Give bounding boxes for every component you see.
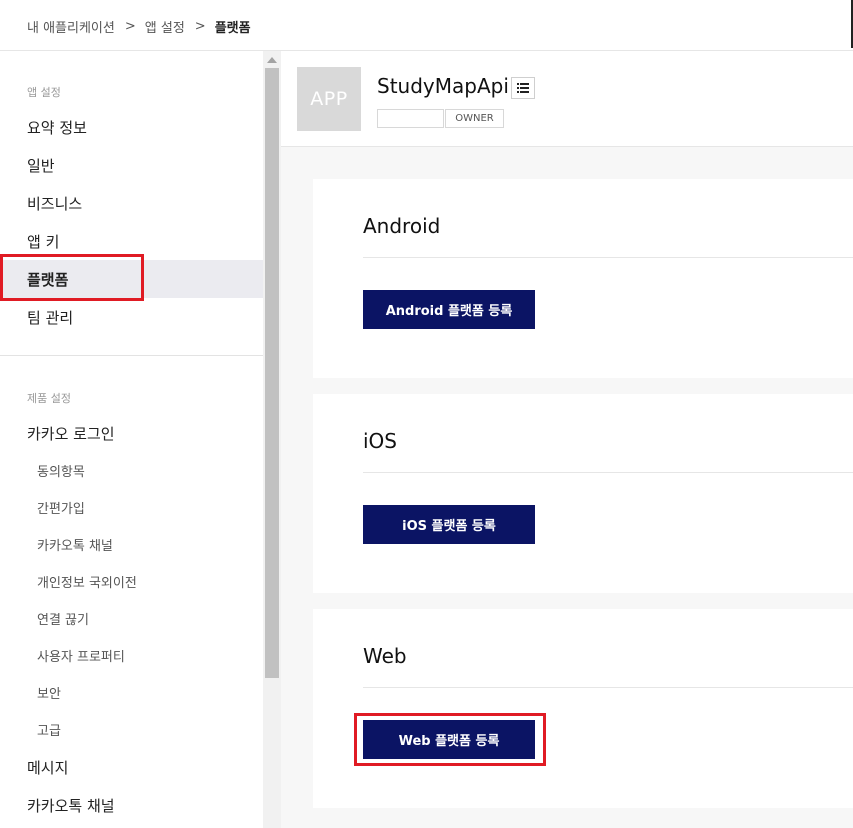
scroll-thumb[interactable]: [265, 68, 279, 678]
breadcrumb: 내 애플리케이션 > 앱 설정 > 플랫폼: [27, 17, 251, 36]
app-tag-empty: [377, 109, 444, 128]
sidebar-item-app-keys[interactable]: 앱 키: [0, 222, 263, 260]
register-android-button[interactable]: Android 플랫폼 등록: [363, 290, 535, 329]
list-icon: [517, 83, 529, 93]
sidebar-subitem-kakaotalk-channel[interactable]: 카카오톡 채널: [0, 529, 263, 559]
app-header: APP StudyMapApi OWNER: [281, 51, 853, 147]
sidebar-subitem-consent[interactable]: 동의항목: [0, 455, 263, 485]
sidebar-subitem-security[interactable]: 보안: [0, 677, 263, 707]
platform-card-android: Android Android 플랫폼 등록: [313, 179, 853, 378]
sidebar-section-app-settings: 앱 설정: [27, 86, 61, 99]
sidebar-item-platform[interactable]: 플랫폼: [0, 260, 263, 298]
sidebar-subitem-simple-signup[interactable]: 간편가입: [0, 492, 263, 522]
role-badge: OWNER: [445, 109, 504, 128]
breadcrumb-item-app-settings[interactable]: 앱 설정: [145, 17, 185, 36]
sidebar-subitem-unlink[interactable]: 연결 끊기: [0, 603, 263, 633]
top-bar: 내 애플리케이션 > 앱 설정 > 플랫폼: [0, 0, 853, 51]
platform-title-ios: iOS: [363, 429, 397, 453]
breadcrumb-item-platform: 플랫폼: [214, 21, 251, 36]
sidebar-item-kakao-channel[interactable]: 카카오톡 채널: [0, 786, 263, 824]
platform-title-android: Android: [363, 214, 441, 238]
sidebar-scrollbar[interactable]: [263, 51, 281, 828]
scroll-up-arrow-icon[interactable]: [267, 57, 277, 63]
card-divider: [363, 257, 853, 258]
card-divider: [363, 687, 853, 688]
sidebar-subitem-overseas-transfer[interactable]: 개인정보 국외이전: [0, 566, 263, 596]
sidebar-subitem-advanced[interactable]: 고급: [0, 714, 263, 744]
app-logo: APP: [297, 67, 361, 131]
main-content: APP StudyMapApi OWNER Android Android 플랫…: [281, 51, 853, 828]
sidebar-item-message[interactable]: 메시지: [0, 748, 263, 786]
breadcrumb-separator: >: [194, 19, 206, 34]
sidebar-item-business[interactable]: 비즈니스: [0, 184, 263, 222]
sidebar-subitem-user-properties[interactable]: 사용자 프로퍼티: [0, 640, 263, 670]
platform-card-ios: iOS iOS 플랫폼 등록: [313, 394, 853, 593]
sidebar-item-team[interactable]: 팀 관리: [0, 298, 263, 336]
sidebar-section-product-settings: 제품 설정: [27, 392, 71, 405]
breadcrumb-separator: >: [124, 19, 136, 34]
platform-title-web: Web: [363, 644, 407, 668]
card-divider: [363, 472, 853, 473]
register-web-button[interactable]: Web 플랫폼 등록: [363, 720, 535, 759]
sidebar-divider: [0, 355, 263, 356]
sidebar-item-kakao-login[interactable]: 카카오 로그인: [0, 414, 263, 452]
platform-card-web: Web Web 플랫폼 등록: [313, 609, 853, 808]
sidebar: 앱 설정 요약 정보 일반 비즈니스 앱 키 플랫폼 팀 관리 제품 설정 카카…: [0, 51, 263, 828]
app-menu-button[interactable]: [511, 77, 535, 99]
sidebar-item-summary[interactable]: 요약 정보: [0, 108, 263, 146]
register-ios-button[interactable]: iOS 플랫폼 등록: [363, 505, 535, 544]
sidebar-item-general[interactable]: 일반: [0, 146, 263, 184]
app-name: StudyMapApi: [377, 74, 509, 98]
breadcrumb-item-my-apps[interactable]: 내 애플리케이션: [27, 17, 115, 36]
